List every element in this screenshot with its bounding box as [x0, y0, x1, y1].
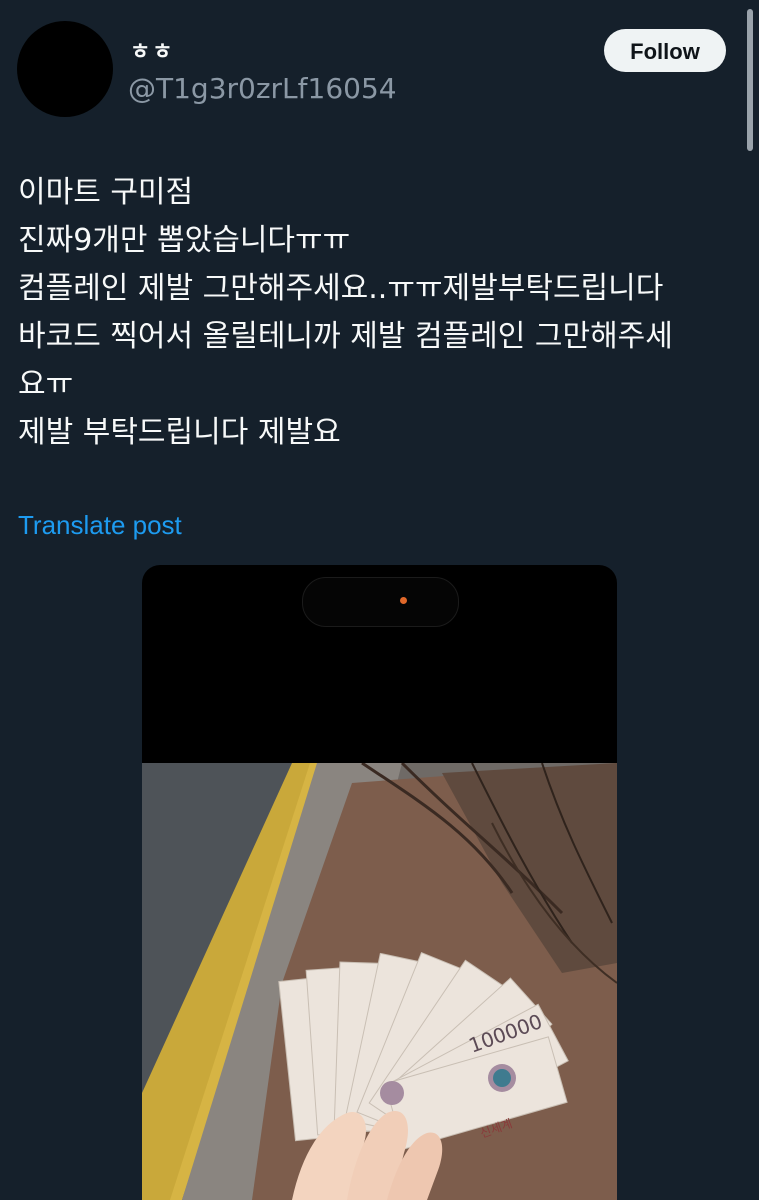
post-text: 이마트 구미점 진짜9개만 뽑았습니다ㅠㅠ 컴플레인 제발 그만해주세요..ㅠㅠ…	[18, 169, 748, 457]
user-handle[interactable]: @T1g3r0zrLf16054	[128, 72, 397, 105]
camera-dot	[400, 597, 407, 604]
translate-post-link[interactable]: Translate post	[18, 510, 182, 541]
post-line: 요ㅠ	[18, 367, 74, 402]
post-line: 바코드 찍어서 올릴테니까 제발 컴플레인 그만해주세	[18, 319, 673, 354]
vouchers-photo: 100000 신세계	[142, 763, 617, 1200]
post-line: 컴플레인 제발 그만해주세요..ㅠㅠ제발부탁드립니다	[18, 271, 664, 306]
post-line: 진짜9개만 뽑았습니다ㅠㅠ	[18, 223, 351, 258]
avatar[interactable]	[17, 21, 113, 117]
post-line: 이마트 구미점	[18, 175, 194, 210]
post-media[interactable]: 100000 신세계	[142, 565, 617, 1200]
scrollbar[interactable]	[747, 9, 753, 151]
display-name[interactable]: ㅎㅎ	[130, 34, 174, 66]
post-line: 제발 부탁드립니다 제발요	[18, 415, 341, 450]
phone-notch	[302, 577, 459, 627]
follow-button[interactable]: Follow	[604, 29, 726, 72]
